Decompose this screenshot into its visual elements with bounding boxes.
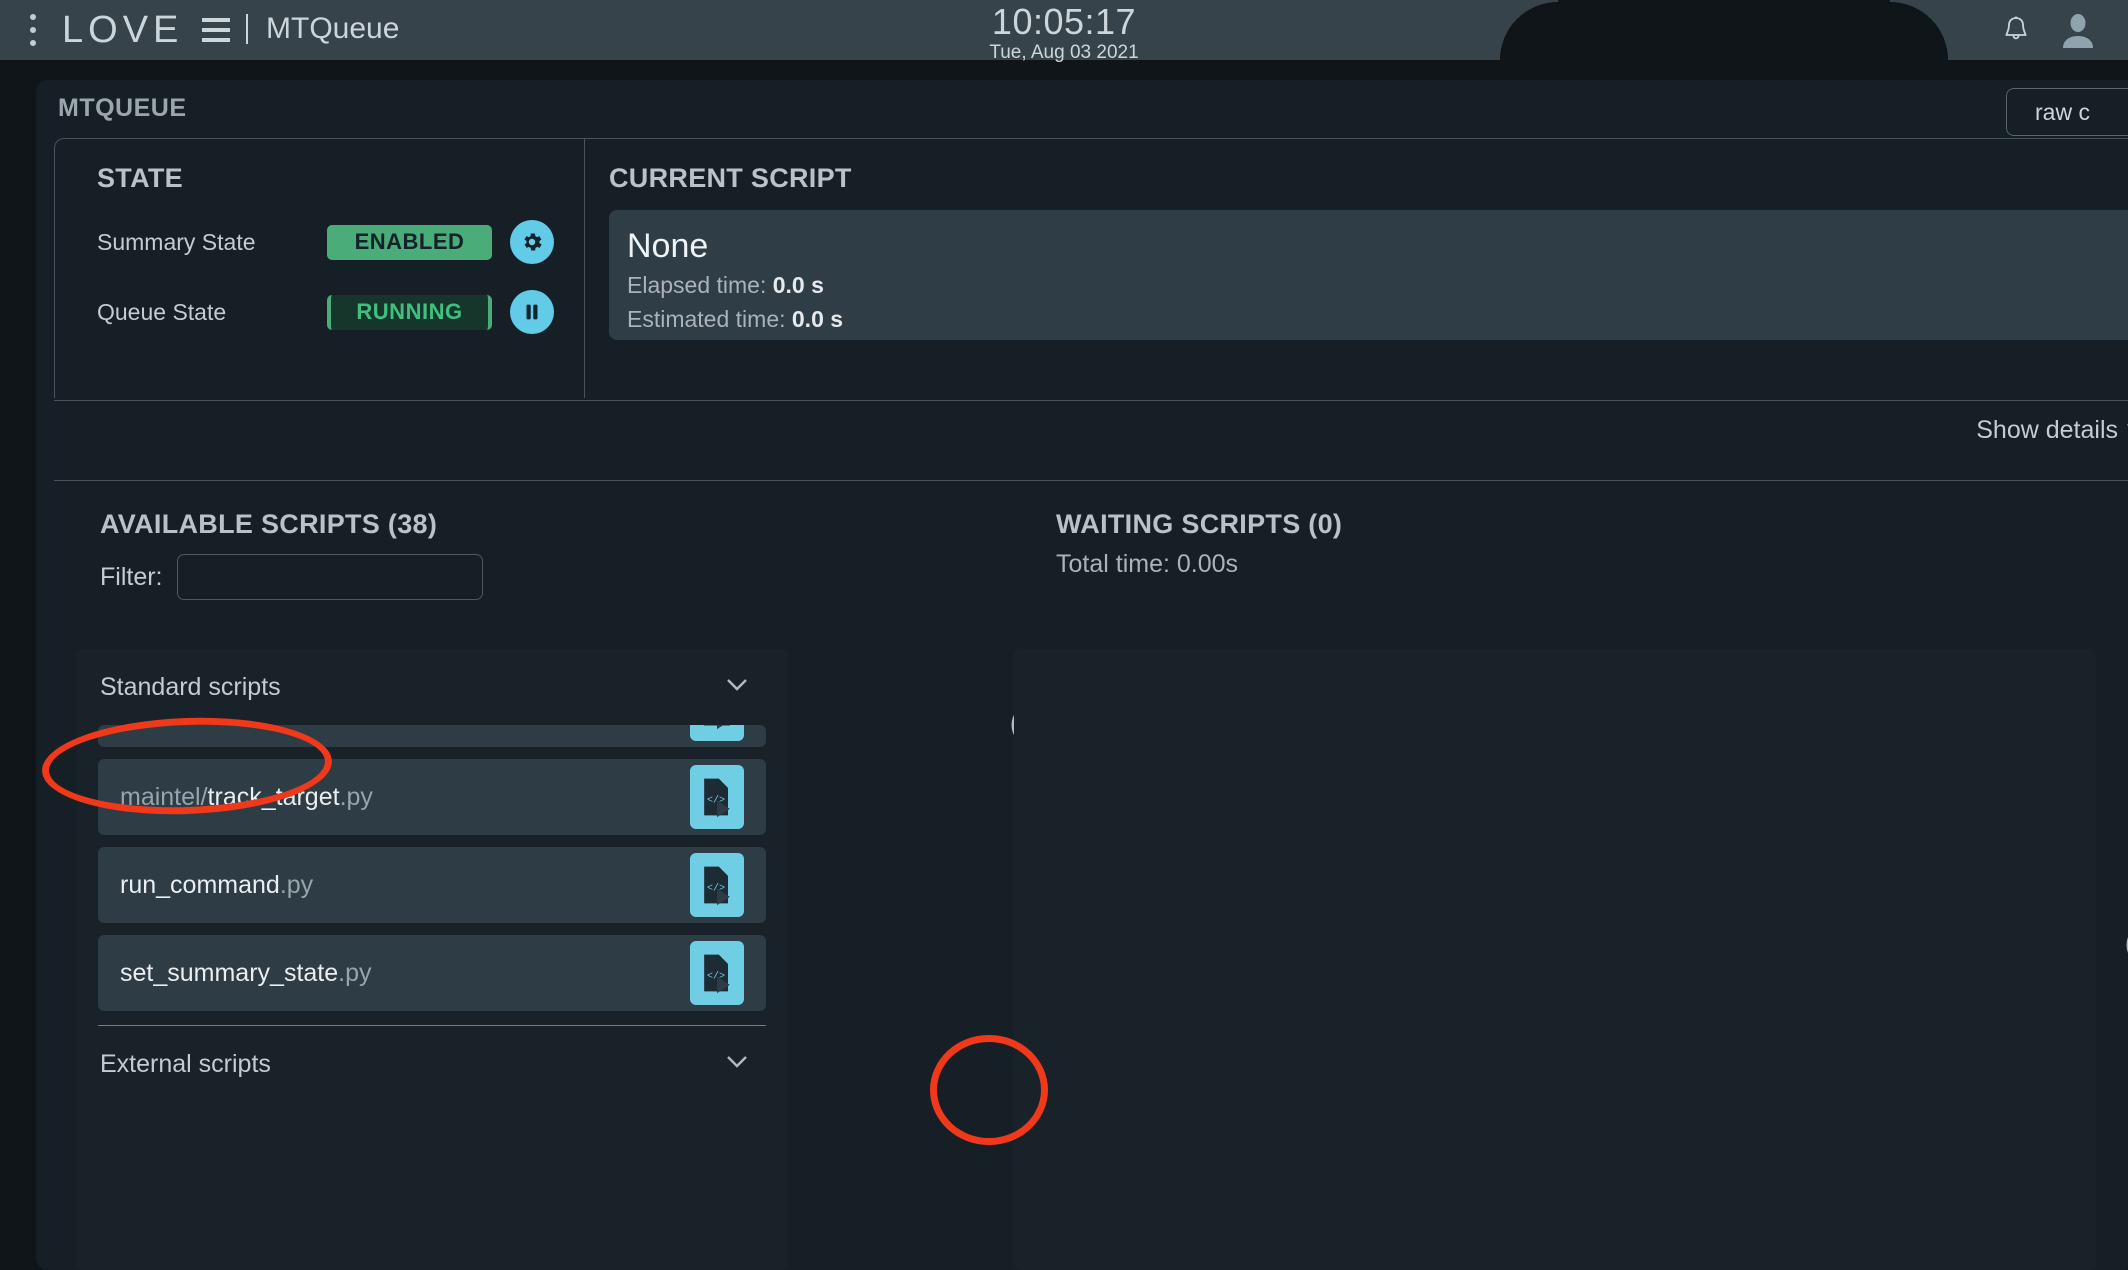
scripts-area: AVAILABLE SCRIPTS (38) Filter: Standard …	[54, 480, 2128, 1270]
estimated-time-row: Estimated time: 0.0 s	[627, 302, 2128, 336]
elapsed-time-row: Elapsed time: 0.0 s	[627, 268, 2128, 302]
page-title: MTQUEUE	[58, 94, 187, 122]
waiting-scripts-list	[1014, 649, 2096, 1270]
standard-scripts-list: </> maintel/track_target.py </>	[76, 725, 788, 1011]
group-label-external: External scripts	[100, 1049, 271, 1078]
waiting-scripts-heading: WAITING SCRIPTS (0)	[1056, 509, 1343, 539]
script-prefix: maintel/	[120, 782, 208, 811]
run-script-icon[interactable]: </>	[690, 765, 744, 829]
elapsed-time-label: Elapsed time:	[627, 272, 767, 298]
summary-state-badge: ENABLED	[327, 224, 492, 260]
current-script-heading: CURRENT SCRIPT	[609, 163, 852, 193]
filter-row: Filter:	[100, 554, 1014, 600]
filter-input[interactable]	[176, 554, 483, 600]
script-basename: run_command	[120, 870, 280, 899]
run-script-icon[interactable]: </>	[690, 725, 744, 741]
status-panel: STATE Summary State ENABLED Queue State …	[54, 138, 2128, 398]
run-script-icon[interactable]: </>	[690, 941, 744, 1005]
elapsed-time-value: 0.0 s	[772, 272, 824, 298]
group-header-standard[interactable]: Standard scripts	[76, 649, 788, 725]
bell-icon[interactable]	[2000, 14, 2032, 46]
script-extension: .py	[338, 958, 372, 987]
clock-date: Tue, Aug 03 2021	[989, 42, 1139, 63]
queue-state-badge: RUNNING	[327, 294, 492, 330]
available-scripts-section: AVAILABLE SCRIPTS (38) Filter: Standard …	[54, 481, 1055, 1270]
clock: 10:05:17 Tue, Aug 03 2021	[0, 2, 2128, 64]
filter-label: Filter:	[100, 562, 163, 591]
chevron-down-icon[interactable]	[2122, 414, 2128, 447]
script-basename: track_target	[207, 782, 340, 811]
current-script-box: None Elapsed time: 0.0 s Estimated time:…	[609, 210, 2128, 340]
queue-state-label: Queue State	[97, 298, 227, 325]
script-name: set_summary_state.py	[120, 959, 372, 988]
available-scripts-heading: AVAILABLE SCRIPTS (38)	[100, 509, 438, 539]
list-item[interactable]: maintel/track_target.py </>	[98, 759, 766, 835]
estimated-time-value: 0.0 s	[791, 306, 844, 332]
chevron-down-icon[interactable]	[722, 1046, 752, 1083]
card-header: MTQUEUE raw c	[36, 80, 2128, 138]
queue-state-row: Queue State RUNNING	[97, 290, 584, 334]
group-label-standard: Standard scripts	[100, 672, 281, 701]
scripts-panel: Standard scripts </>	[76, 649, 788, 1270]
script-name: run_command.py	[120, 871, 313, 900]
top-bar: LOVE MTQueue 10:05:17 Tue, Aug 03 2021	[0, 0, 2128, 63]
show-details-label: Show details	[1976, 416, 2118, 444]
current-script-name: None	[627, 227, 709, 265]
script-extension: .py	[279, 870, 314, 899]
chevron-down-icon[interactable]	[722, 669, 752, 706]
mtqueue-card: MTQUEUE raw c STATE Summary State ENABLE…	[36, 80, 2128, 1270]
gear-icon[interactable]	[510, 220, 554, 264]
pause-icon[interactable]	[510, 290, 554, 334]
list-item[interactable]: run_command.py </>	[98, 847, 766, 923]
script-name: maintel/track_target.py	[120, 783, 373, 812]
script-basename: set_summary_state	[120, 958, 339, 987]
estimated-time-label: Estimated time:	[627, 306, 786, 332]
minus-circle-icon[interactable]	[2124, 921, 2128, 974]
summary-state-row: Summary State ENABLED	[97, 220, 584, 264]
summary-state-label: Summary State	[97, 228, 256, 255]
waiting-total-time: Total time: 0.00s	[1056, 550, 1239, 578]
state-section: STATE Summary State ENABLED Queue State …	[55, 139, 585, 398]
list-item[interactable]: set_summary_state.py </>	[98, 935, 766, 1011]
state-heading: STATE	[97, 163, 183, 193]
run-script-icon[interactable]: </>	[690, 853, 744, 917]
show-details-row[interactable]: Show details	[54, 400, 2128, 460]
script-extension: .py	[339, 782, 373, 811]
list-item[interactable]: </>	[98, 725, 766, 747]
group-header-external[interactable]: External scripts	[76, 1026, 788, 1102]
current-script-section: CURRENT SCRIPT None Elapsed time: 0.0 s …	[585, 139, 2128, 398]
waiting-scripts-section: WAITING SCRIPTS (0) Total time: 0.00s	[1014, 481, 2128, 1270]
user-avatar-icon[interactable]	[2060, 12, 2096, 48]
clock-time: 10:05:17	[991, 1, 1137, 42]
raw-command-button[interactable]: raw c	[2006, 88, 2128, 136]
